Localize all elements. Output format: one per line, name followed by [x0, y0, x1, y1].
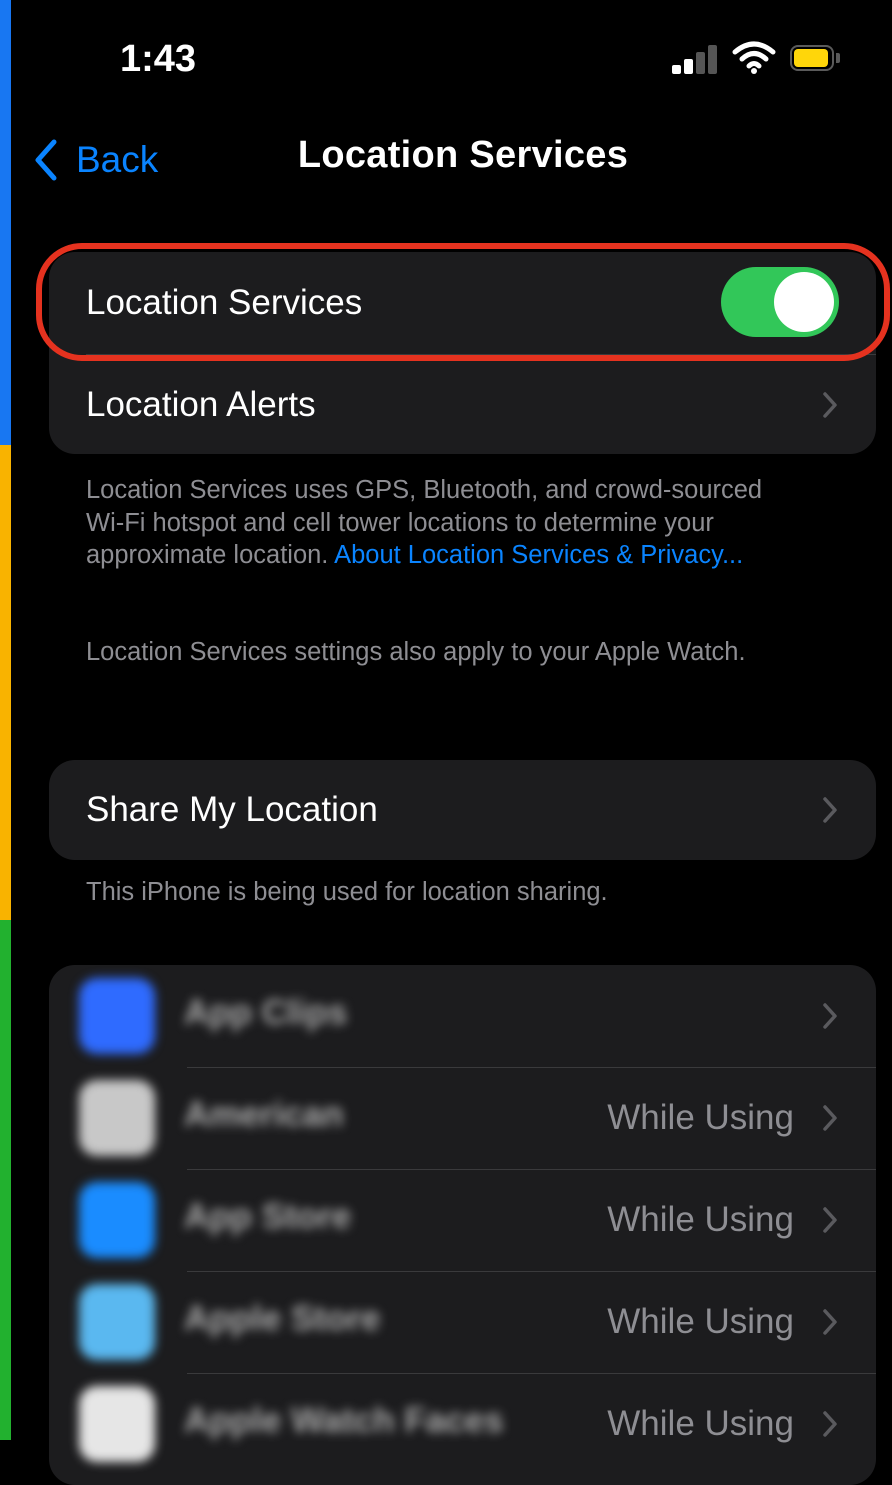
app-permission-value: While Using — [607, 1302, 794, 1341]
app-name: App Store — [184, 1197, 352, 1236]
chevron-right-icon — [823, 1003, 837, 1029]
app-row[interactable]: Apple Store While Using — [49, 1271, 876, 1373]
status-time: 1:43 — [120, 38, 197, 80]
navigation-bar: Back Location Services — [0, 120, 892, 200]
location-alerts-row[interactable]: Location Alerts — [49, 354, 876, 454]
share-my-location-row[interactable]: Share My Location — [49, 760, 876, 860]
chevron-right-icon — [823, 392, 837, 418]
page-title: Location Services — [297, 134, 629, 176]
location-services-row: Location Services — [49, 252, 876, 354]
app-row[interactable]: American While Using — [49, 1067, 876, 1169]
location-description: Location Services uses GPS, Bluetooth, a… — [86, 474, 806, 572]
app-icon — [79, 1080, 155, 1156]
chevron-right-icon — [823, 1309, 837, 1335]
chevron-right-icon — [823, 797, 837, 823]
app-row[interactable]: Apple Watch Faces While Using — [49, 1373, 876, 1475]
location-services-toggle[interactable] — [721, 267, 839, 337]
status-bar: 1:43 — [0, 0, 892, 120]
left-edge-stripe — [0, 920, 11, 1440]
wifi-icon — [732, 41, 776, 74]
app-row[interactable]: App Clips — [49, 965, 876, 1067]
apple-watch-note: Location Services settings also apply to… — [86, 638, 746, 666]
location-settings-group: Location Services Location Alerts — [49, 252, 876, 454]
location-alerts-label: Location Alerts — [86, 385, 316, 424]
app-icon — [79, 1386, 155, 1462]
about-privacy-link[interactable]: About Location Services & Privacy... — [334, 541, 743, 569]
app-name: App Clips — [184, 993, 348, 1032]
app-permission-value: While Using — [607, 1404, 794, 1443]
app-name: Apple Store — [184, 1299, 381, 1338]
battery-icon — [790, 45, 842, 73]
app-list-group: App Clips American While Using App Store Whi… — [49, 965, 876, 1485]
app-icon — [79, 978, 155, 1054]
left-edge-stripe — [0, 445, 11, 920]
app-permission-value: While Using — [607, 1098, 794, 1137]
location-services-label: Location Services — [86, 283, 363, 322]
chevron-right-icon — [823, 1105, 837, 1131]
chevron-right-icon — [823, 1411, 837, 1437]
app-permission-value: While Using — [607, 1200, 794, 1239]
app-name: Apple Watch Faces — [184, 1401, 504, 1440]
signal-icon — [672, 44, 718, 74]
chevron-right-icon — [823, 1207, 837, 1233]
app-icon — [79, 1182, 155, 1258]
app-name: American — [184, 1095, 344, 1134]
location-sharing-note: This iPhone is being used for location s… — [86, 878, 608, 906]
app-icon — [79, 1284, 155, 1360]
share-location-group: Share My Location — [49, 760, 876, 860]
app-row[interactable]: App Store While Using — [49, 1169, 876, 1271]
share-my-location-label: Share My Location — [86, 790, 378, 829]
